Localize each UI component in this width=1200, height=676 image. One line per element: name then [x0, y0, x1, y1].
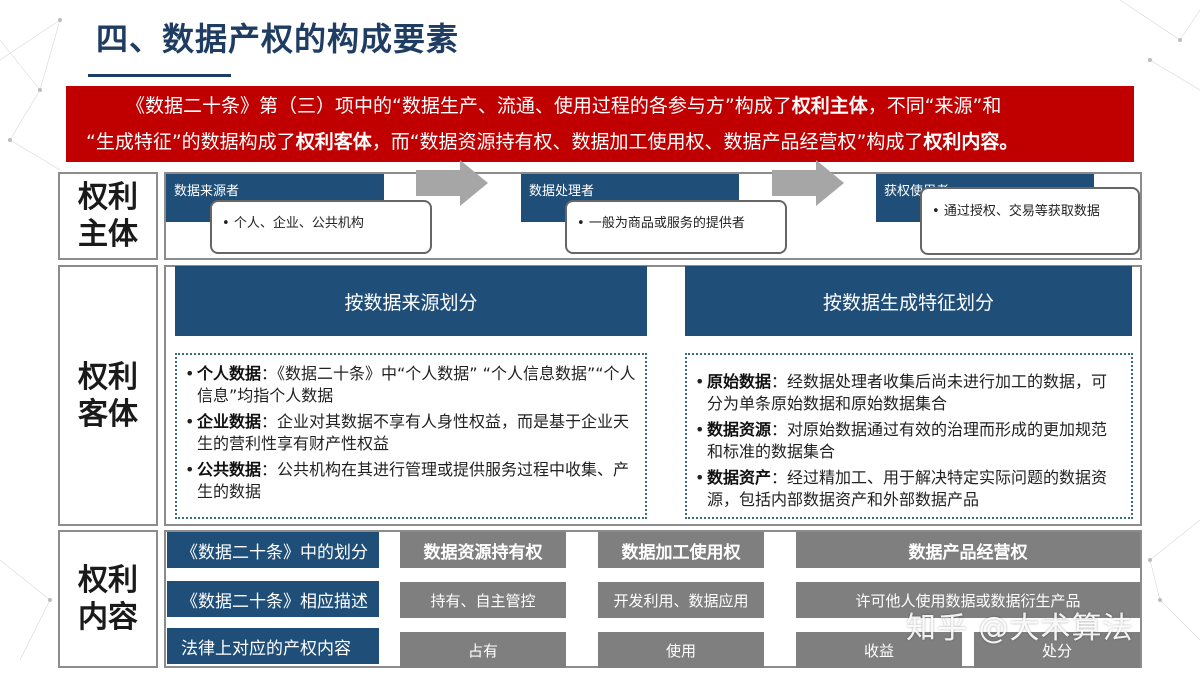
content-row-label: 《数据二十条》相应描述: [167, 581, 379, 617]
list-item-term: 个人数据: [197, 364, 262, 383]
watermark: 知乎 @大术算法: [906, 611, 1134, 646]
content-cell: 数据产品经营权: [796, 532, 1140, 568]
subject-desc-text: 个人、企业、公共机构: [233, 216, 364, 231]
section-label-object: 权利 客体: [58, 265, 158, 526]
content-row-label: 法律上对应的产权内容: [167, 628, 379, 664]
banner-emphasis-subject: 权利主体: [791, 95, 868, 117]
page-title: 四、数据产权的构成要素: [96, 20, 460, 58]
banner-emphasis-content: 权利内容。: [923, 131, 1019, 153]
subject-desc-text: 一般为商品或服务的提供者: [588, 216, 745, 231]
banner-text: 《数据二十条》第（三）项中的“数据生产、流通、使用过程的各参与方”构成了: [126, 95, 792, 117]
section-label-text: 权利 主体: [78, 180, 138, 252]
banner-emphasis-object: 权利客体: [295, 131, 372, 153]
content-cell: 使用: [598, 632, 764, 668]
list-item-term: 数据资源: [707, 420, 772, 439]
list-item: 数据资产：经过精加工、用于解决特定实际问题的数据资源，包括内部数据资产和外部数据…: [695, 467, 1121, 511]
banner-text: “生成特征”的数据构成了: [86, 131, 296, 153]
subject-desc-processor: • 一般为商品或服务的提供者: [565, 200, 787, 254]
list-item-term: 企业数据: [197, 412, 262, 431]
title-underline: [88, 74, 231, 77]
content-cell: 占有: [400, 632, 566, 668]
list-item: 公共数据：公共机构在其进行管理或提供服务过程中收集、产生的数据: [185, 459, 639, 503]
summary-banner: 《数据二十条》第（三）项中的“数据生产、流通、使用过程的各参与方”构成了权利主体…: [66, 86, 1134, 162]
list-item: 数据资源：对原始数据通过有效的治理而形成的更加规范和标准的数据集合: [695, 419, 1121, 463]
section-label-text: 权利 内容: [78, 563, 138, 635]
arrow-right-icon: [772, 160, 844, 206]
list-item-term: 数据资产: [707, 468, 772, 487]
list-item-term: 公共数据: [197, 460, 262, 479]
content-cell: 开发利用、数据应用: [598, 582, 764, 618]
object-header-by-source: 按数据来源划分: [175, 266, 647, 336]
list-item-text: ：《数据二十条》中“个人数据” “个人信息数据”“个人信息”均指个人数据: [197, 364, 636, 405]
banner-line-2: “生成特征”的数据构成了权利客体，而“数据资源持有权、数据加工使用权、数据产品经…: [86, 124, 1114, 160]
object-list-by-feature: 原始数据：经数据处理者收集后尚未进行加工的数据，可分为单条原始数据和原始数据集合…: [685, 353, 1133, 519]
arrow-right-icon: [416, 160, 488, 206]
banner-text: ，而“数据资源持有权、数据加工使用权、数据产品经营权”构成了: [371, 131, 924, 153]
list-item: 个人数据：《数据二十条》中“个人数据” “个人信息数据”“个人信息”均指个人数据: [185, 363, 639, 407]
list-item: 原始数据：经数据处理者收集后尚未进行加工的数据，可分为单条原始数据和原始数据集合: [695, 371, 1121, 415]
subject-desc-source: • 个人、企业、公共机构: [210, 200, 432, 254]
section-label-subject: 权利 主体: [58, 172, 158, 260]
content-cell: 数据加工使用权: [598, 532, 764, 568]
list-item-text: ：企业对其数据不享有人身性权益，而是基于企业天生的营利性享有财产性权益: [197, 412, 630, 453]
list-item: 企业数据：企业对其数据不享有人身性权益，而是基于企业天生的营利性享有财产性权益: [185, 411, 639, 455]
subject-desc-user: • 通过授权、交易等获取数据: [920, 187, 1140, 255]
object-list-by-source: 个人数据：《数据二十条》中“个人数据” “个人信息数据”“个人信息”均指个人数据…: [175, 353, 647, 519]
list-item-term: 原始数据: [707, 372, 772, 391]
banner-line-1: 《数据二十条》第（三）项中的“数据生产、流通、使用过程的各参与方”构成了权利主体…: [86, 88, 1114, 124]
list-item-text: ：公共机构在其进行管理或提供服务过程中收集、产生的数据: [197, 460, 630, 501]
subject-desc-text: 通过授权、交易等获取数据: [943, 204, 1100, 219]
content-cell: 数据资源持有权: [400, 532, 566, 568]
banner-text: ，不同“来源”和: [867, 95, 1002, 117]
content-row-label: 《数据二十条》中的划分: [167, 532, 379, 568]
object-header-by-feature: 按数据生成特征划分: [685, 266, 1132, 336]
section-label-content: 权利 内容: [58, 530, 158, 668]
content-cell: 持有、自主管控: [400, 582, 566, 618]
section-label-text: 权利 客体: [78, 359, 138, 432]
